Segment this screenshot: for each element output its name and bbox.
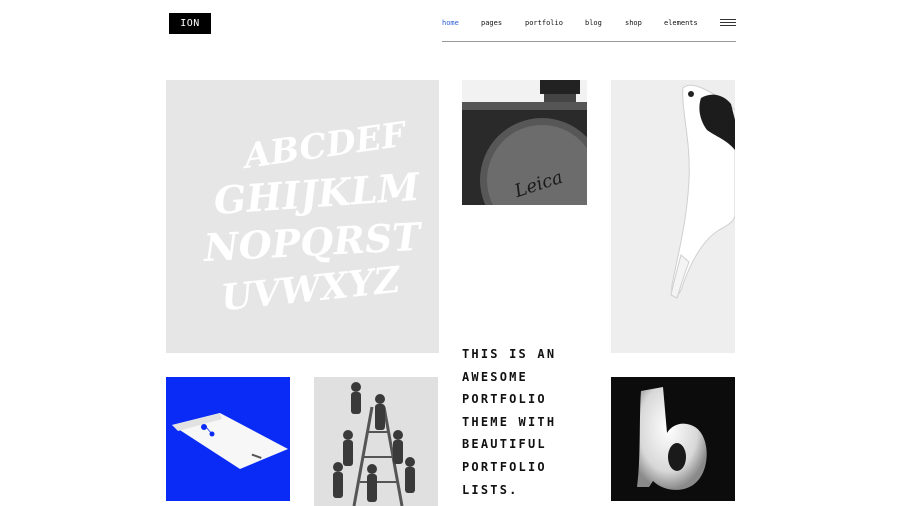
portfolio-item-ladder-photo[interactable] <box>314 377 438 506</box>
alphabet-line-2: GHIJKLM <box>212 164 421 223</box>
envelope-image <box>172 413 288 469</box>
ladder-women-image <box>314 377 438 506</box>
nav-item-shop[interactable]: shop <box>625 19 642 27</box>
letter-b-text: b <box>673 494 674 496</box>
portfolio-item-dog[interactable] <box>611 80 735 353</box>
hamburger-icon[interactable] <box>720 19 736 26</box>
portfolio-item-alphabet[interactable]: ABCDEF GHIJKLM NOPQRST UVWXYZ <box>166 80 439 353</box>
portfolio-item-envelope[interactable] <box>166 377 290 501</box>
camera-image: Leica <box>462 80 587 205</box>
portfolio-item-camera[interactable]: Leica <box>462 80 587 205</box>
nav-item-portfolio[interactable]: portfolio <box>525 19 563 27</box>
portfolio-item-letter-b[interactable]: b <box>611 377 735 501</box>
nav-item-home[interactable]: home <box>442 19 459 27</box>
nav-item-elements[interactable]: elements <box>664 19 698 27</box>
nav-item-blog[interactable]: blog <box>585 19 602 27</box>
alphabet-calligraphy-image: ABCDEF GHIJKLM NOPQRST UVWXYZ <box>202 114 425 319</box>
logo[interactable]: ION <box>169 13 211 34</box>
letter-b-sculpture-image: b <box>637 387 707 496</box>
nav-item-pages[interactable]: pages <box>481 19 502 27</box>
dog-image <box>670 84 735 299</box>
portfolio-tagline: THIS IS AN AWESOME PORTFOLIO THEME WITH … <box>462 347 557 497</box>
main-nav: home pages portfolio blog shop elements <box>442 19 736 42</box>
